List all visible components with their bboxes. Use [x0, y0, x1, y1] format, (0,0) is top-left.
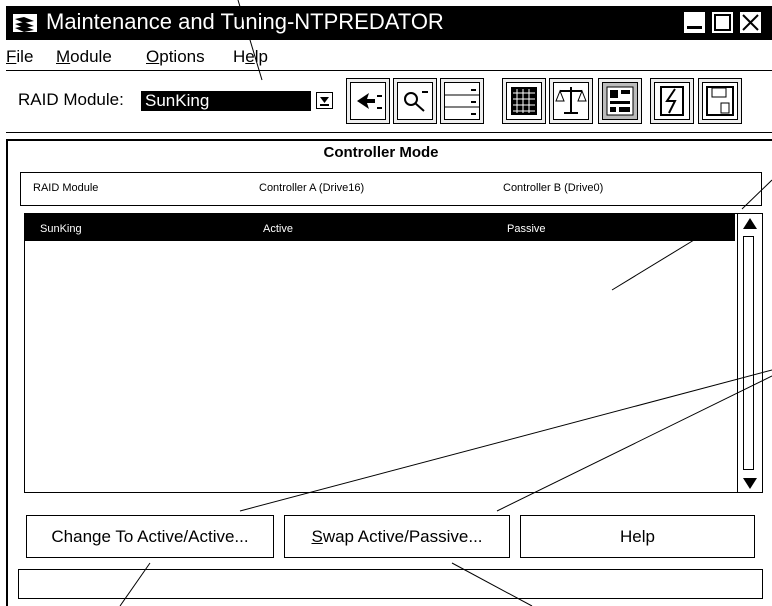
- cell-controller-b: Passive: [507, 223, 546, 235]
- status-button[interactable]: [393, 78, 437, 124]
- balance-button[interactable]: [549, 78, 593, 124]
- firmware-icon: [654, 82, 690, 120]
- configuration-button[interactable]: [346, 78, 390, 124]
- column-headers: RAID Module Controller A (Drive16) Contr…: [20, 172, 762, 206]
- minimize-button[interactable]: [682, 10, 707, 35]
- maintenance-button[interactable]: [502, 78, 546, 124]
- raid-module-label: RAID Module:: [18, 90, 124, 109]
- app-icon: [12, 11, 38, 35]
- scroll-down-icon[interactable]: [742, 476, 758, 490]
- menu-options[interactable]: Options: [146, 47, 205, 67]
- dropdown-arrow-icon[interactable]: [316, 92, 333, 109]
- firmware-button[interactable]: [650, 78, 694, 124]
- scroll-track[interactable]: [743, 236, 754, 470]
- configuration-icon: [350, 82, 386, 120]
- close-button[interactable]: [738, 10, 763, 35]
- status-icon: [397, 82, 433, 120]
- recovery-icon: [444, 82, 480, 120]
- cell-module: SunKing: [40, 223, 82, 235]
- table-row[interactable]: SunKing Active Passive: [25, 214, 735, 241]
- header-raid-module: RAID Module: [33, 182, 99, 194]
- menu-module[interactable]: Module: [56, 47, 112, 67]
- window-title: Maintenance and Tuning-NTPREDATOR: [46, 9, 444, 34]
- panel-title: Controller Mode: [323, 144, 439, 161]
- change-to-active-active-button[interactable]: Change To Active/Active...: [26, 515, 274, 558]
- status-bar: [18, 569, 763, 599]
- save-icon: [702, 82, 738, 120]
- balance-icon: [553, 82, 589, 120]
- raid-module-select[interactable]: SunKing: [141, 91, 311, 111]
- maximize-button[interactable]: [710, 10, 735, 35]
- menu-separator: [6, 70, 772, 71]
- title-bar: Maintenance and Tuning-NTPREDATOR: [6, 6, 772, 40]
- toolbar-separator: [6, 132, 772, 133]
- maintenance-icon: [506, 82, 542, 120]
- save-button[interactable]: [698, 78, 742, 124]
- controller-button[interactable]: [598, 78, 642, 124]
- menu-file[interactable]: File: [6, 47, 33, 67]
- swap-active-passive-button[interactable]: Swap Active/Passive...: [284, 515, 510, 558]
- vertical-scrollbar[interactable]: [737, 214, 762, 492]
- scroll-up-icon[interactable]: [742, 217, 758, 231]
- help-button[interactable]: Help: [520, 515, 755, 558]
- header-controller-b: Controller B (Drive0): [503, 182, 604, 194]
- cell-controller-a: Active: [263, 223, 293, 235]
- controller-list: SunKing Active Passive: [24, 213, 763, 493]
- header-controller-a: Controller A (Drive16): [259, 182, 365, 194]
- menu-help[interactable]: Help: [233, 47, 268, 67]
- controller-icon: [602, 82, 638, 120]
- recovery-button[interactable]: [440, 78, 484, 124]
